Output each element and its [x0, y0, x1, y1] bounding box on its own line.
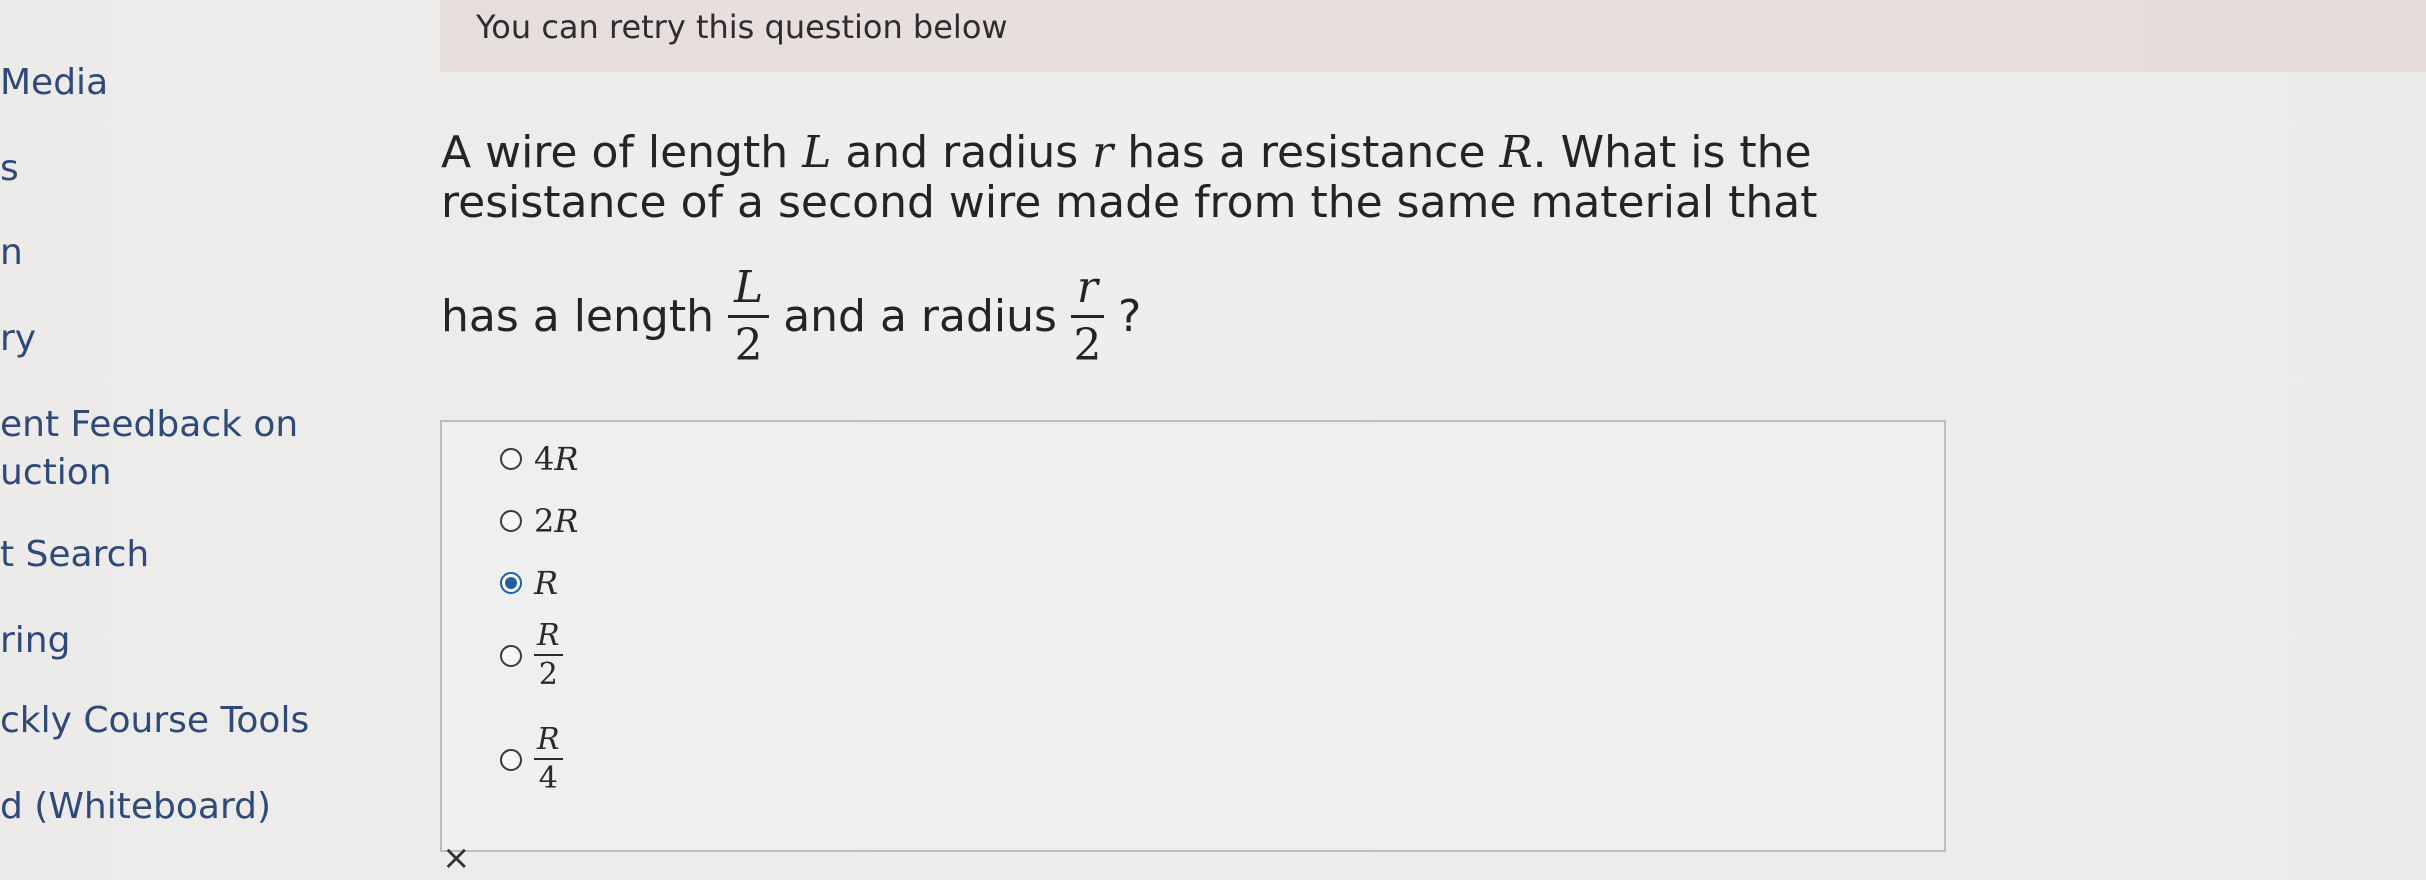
answer-fraction: R 2: [534, 618, 563, 694]
fraction-denominator: 2: [1073, 319, 1102, 371]
fraction-numerator: r: [1076, 261, 1098, 313]
fraction-numerator: R: [537, 618, 560, 653]
variable-radius: r: [1092, 127, 1114, 178]
sidebar-item-media[interactable]: Media: [0, 62, 108, 103]
page: Media s n ry ent Feedback on uction t Se…: [0, 0, 2426, 880]
question-text-part: . What is the: [1532, 127, 1812, 178]
sidebar-item-n[interactable]: n: [0, 232, 23, 273]
answer-choices: 4R 2R R R 2 R 4: [440, 420, 1946, 852]
answer-option-r-over-2[interactable]: R 2: [500, 618, 563, 694]
course-sidebar: Media s n ry ent Feedback on uction t Se…: [0, 0, 430, 880]
fraction-radius-half: r 2: [1070, 261, 1104, 374]
answer-coefficient: 2: [534, 502, 555, 540]
variable-resistance: R: [1499, 127, 1533, 178]
fraction-denominator: 4: [538, 761, 558, 796]
question-text: A wire of length L and radius r has a re…: [441, 128, 1941, 371]
question-text-part: and radius: [845, 127, 1079, 178]
sidebar-item-feedback[interactable]: ent Feedback on: [0, 404, 298, 445]
sidebar-item-course-tools[interactable]: ckly Course Tools: [0, 700, 309, 741]
answer-option-4r[interactable]: 4R: [500, 440, 578, 478]
answer-option-r-over-4[interactable]: R 4: [500, 722, 563, 798]
fraction-numerator: L: [733, 261, 764, 313]
answer-variable: R: [554, 502, 579, 540]
answer-option-r[interactable]: R: [500, 564, 558, 602]
answer-variable: R: [554, 440, 579, 478]
sidebar-item-whiteboard[interactable]: d (Whiteboard): [0, 786, 271, 827]
radio-button[interactable]: [500, 448, 522, 470]
question-text-part: has a length: [441, 291, 714, 342]
sidebar-item-search[interactable]: t Search: [0, 534, 149, 575]
fraction-numerator: R: [537, 722, 560, 757]
radio-button[interactable]: [500, 510, 522, 532]
question-text-part: has a resistance: [1127, 127, 1486, 178]
fraction-denominator: 2: [734, 319, 763, 371]
answer-label: R: [534, 564, 558, 602]
close-icon[interactable]: ×: [442, 838, 471, 878]
answer-label: 2R: [534, 502, 578, 540]
variable-length: L: [802, 127, 832, 178]
sidebar-item-feedback-line2[interactable]: uction: [0, 452, 112, 493]
question-line-3: has a length L 2 and a radius r 2 ?: [441, 252, 1141, 382]
radio-button-selected[interactable]: [500, 572, 522, 594]
sidebar-item-ry[interactable]: ry: [0, 318, 36, 359]
answer-variable: R: [534, 564, 559, 602]
sidebar-item-s[interactable]: s: [0, 148, 19, 189]
answer-coefficient: 4: [534, 440, 555, 478]
answer-label: 4R: [534, 440, 578, 478]
question-text-part: A wire of length: [441, 127, 789, 178]
fraction-length-half: L 2: [727, 261, 770, 374]
question-mark: ?: [1117, 291, 1142, 342]
fraction-denominator: 2: [538, 657, 558, 692]
sidebar-item-ring[interactable]: ring: [0, 620, 70, 661]
answer-fraction: R 4: [534, 722, 563, 798]
radio-button[interactable]: [500, 645, 522, 667]
radio-button[interactable]: [500, 749, 522, 771]
retry-message: You can retry this question below: [476, 8, 1008, 46]
question-text-part: and a radius: [783, 291, 1057, 342]
question-line-1: A wire of length L and radius r has a re…: [441, 128, 1941, 178]
answer-option-2r[interactable]: 2R: [500, 502, 578, 540]
question-line-2: resistance of a second wire made from th…: [441, 177, 1818, 228]
